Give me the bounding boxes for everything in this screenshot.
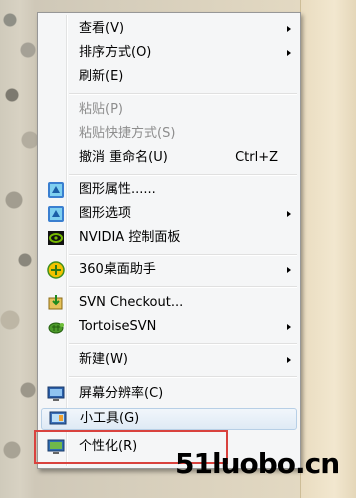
menu-separator xyxy=(69,286,297,288)
menu-item-tortoisesvn[interactable]: TortoiseSVN xyxy=(40,316,298,338)
submenu-arrow-icon xyxy=(287,26,291,32)
menu-separator xyxy=(69,93,297,95)
menu-item-new[interactable]: 新建(W) xyxy=(40,349,298,371)
intel-graphics-icon xyxy=(47,181,65,199)
submenu-arrow-icon xyxy=(287,211,291,217)
gadgets-icon xyxy=(49,410,67,428)
nvidia-icon xyxy=(47,229,65,247)
menu-item-gadgets[interactable]: 小工具(G) xyxy=(41,408,297,430)
menu-item-360-desktop-assistant[interactable]: 360桌面助手 xyxy=(40,259,298,281)
menu-item-nvidia-control-panel[interactable]: NVIDIA 控制面板 xyxy=(40,227,298,249)
tortoisesvn-icon xyxy=(47,318,65,336)
menu-item-undo-rename[interactable]: 撤消 重命名(U) Ctrl+Z xyxy=(40,147,298,169)
shortcut-text: Ctrl+Z xyxy=(235,150,278,165)
menu-item-refresh[interactable]: 刷新(E) xyxy=(40,66,298,88)
submenu-arrow-icon xyxy=(287,324,291,330)
wallpaper-frame xyxy=(300,0,356,498)
menu-separator xyxy=(69,376,297,378)
submenu-arrow-icon xyxy=(287,50,291,56)
site-watermark: 51luobo.cn xyxy=(175,447,340,480)
wallpaper-pebbles xyxy=(0,0,40,498)
menu-separator xyxy=(69,254,297,256)
menu-item-paste-shortcut[interactable]: 粘贴快捷方式(S) xyxy=(40,123,298,145)
menu-item-svn-checkout[interactable]: SVN Checkout... xyxy=(40,292,298,314)
menu-item-graphics-properties[interactable]: 图形属性...... xyxy=(40,179,298,201)
context-menu: 查看(V) 排序方式(O) 刷新(E) 粘贴(P) 粘贴快捷方式(S) 撤消 重… xyxy=(37,12,301,469)
submenu-arrow-icon xyxy=(287,267,291,273)
menu-item-graphics-options[interactable]: 图形选项 xyxy=(40,203,298,225)
screen-resolution-icon xyxy=(47,385,65,403)
menu-separator xyxy=(69,174,297,176)
menu-separator xyxy=(69,343,297,345)
svn-checkout-icon xyxy=(47,294,65,312)
menu-item-screen-resolution[interactable]: 屏幕分辨率(C) xyxy=(40,383,298,405)
menu-item-sort-by[interactable]: 排序方式(O) xyxy=(40,42,298,64)
menu-item-paste[interactable]: 粘贴(P) xyxy=(40,99,298,121)
360-plus-icon xyxy=(47,261,65,279)
submenu-arrow-icon xyxy=(287,357,291,363)
menu-item-view[interactable]: 查看(V) xyxy=(40,18,298,40)
intel-graphics-icon xyxy=(47,205,65,223)
